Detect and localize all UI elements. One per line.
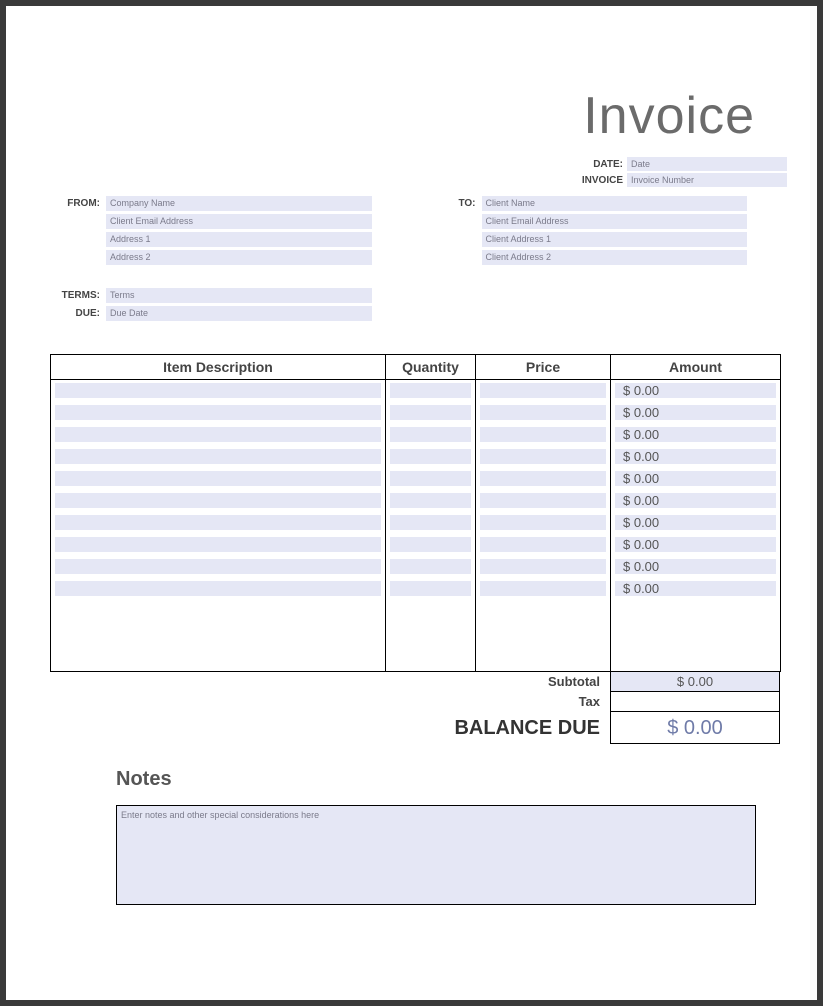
terms-label: TERMS: [36, 288, 100, 303]
item-price-field[interactable] [480, 427, 606, 442]
table-row-blank [51, 600, 781, 624]
meta-block: DATE: Date INVOICE Invoice Number [36, 156, 787, 188]
item-qty-field[interactable] [390, 405, 471, 420]
item-price-field[interactable] [480, 537, 606, 552]
item-qty-field[interactable] [390, 537, 471, 552]
item-qty-field[interactable] [390, 427, 471, 442]
item-amount-field: $ 0.00 [615, 405, 776, 420]
table-row: $ 0.00 [51, 578, 781, 600]
col-header-price: Price [476, 355, 611, 380]
from-address1-field[interactable]: Address 1 [106, 232, 372, 247]
to-address2-field[interactable]: Client Address 2 [482, 250, 748, 265]
from-block: FROM: Company Name Client Email Address … [36, 196, 412, 268]
item-qty-field[interactable] [390, 449, 471, 464]
item-desc-field[interactable] [55, 537, 381, 552]
item-desc-field[interactable] [55, 405, 381, 420]
item-price-field[interactable] [480, 449, 606, 464]
item-desc-field[interactable] [55, 383, 381, 398]
due-field[interactable]: Due Date [106, 306, 372, 321]
item-desc-field[interactable] [55, 581, 381, 596]
from-address2-field[interactable]: Address 2 [106, 250, 372, 265]
item-price-field[interactable] [480, 581, 606, 596]
from-company-field[interactable]: Company Name [106, 196, 372, 211]
subtotal-label: Subtotal [50, 672, 610, 692]
balance-due-label: BALANCE DUE [50, 712, 610, 744]
notes-title: Notes [116, 768, 756, 791]
subtotal-value: $ 0.00 [610, 672, 780, 692]
col-header-quantity: Quantity [386, 355, 476, 380]
item-desc-field[interactable] [55, 559, 381, 574]
item-price-field[interactable] [480, 559, 606, 574]
item-amount-field: $ 0.00 [615, 515, 776, 530]
item-qty-field[interactable] [390, 581, 471, 596]
item-qty-field[interactable] [390, 471, 471, 486]
to-block: TO: Client Name Client Email Address Cli… [412, 196, 788, 268]
item-desc-field[interactable] [55, 427, 381, 442]
from-email-field[interactable]: Client Email Address [106, 214, 372, 229]
item-amount-field: $ 0.00 [615, 493, 776, 508]
item-amount-field: $ 0.00 [615, 559, 776, 574]
page-title: Invoice [36, 86, 755, 146]
item-amount-field: $ 0.00 [615, 383, 776, 398]
col-header-amount: Amount [611, 355, 781, 380]
balance-due-value: $ 0.00 [610, 712, 780, 744]
terms-field[interactable]: Terms [106, 288, 372, 303]
tax-label: Tax [50, 692, 610, 712]
item-price-field[interactable] [480, 383, 606, 398]
item-amount-field: $ 0.00 [615, 581, 776, 596]
terms-block: TERMS: DUE: Terms Due Date [36, 288, 412, 324]
item-price-field[interactable] [480, 493, 606, 508]
item-desc-field[interactable] [55, 515, 381, 530]
item-desc-field[interactable] [55, 449, 381, 464]
notes-textarea[interactable]: Enter notes and other special considerat… [116, 805, 756, 905]
item-price-field[interactable] [480, 471, 606, 486]
item-desc-field[interactable] [55, 471, 381, 486]
table-row: $ 0.00 [51, 556, 781, 578]
table-row: $ 0.00 [51, 468, 781, 490]
item-amount-field: $ 0.00 [615, 427, 776, 442]
item-price-field[interactable] [480, 515, 606, 530]
from-label: FROM: [36, 196, 106, 268]
table-row: $ 0.00 [51, 534, 781, 556]
due-label: DUE: [36, 306, 100, 321]
item-desc-field[interactable] [55, 493, 381, 508]
table-row: $ 0.00 [51, 512, 781, 534]
item-qty-field[interactable] [390, 493, 471, 508]
invoice-page: Invoice DATE: Date INVOICE Invoice Numbe… [6, 6, 817, 1000]
invoice-number-field[interactable]: Invoice Number [627, 173, 787, 187]
item-qty-field[interactable] [390, 559, 471, 574]
table-row: $ 0.00 [51, 380, 781, 402]
item-qty-field[interactable] [390, 383, 471, 398]
item-amount-field: $ 0.00 [615, 537, 776, 552]
invoice-number-label: INVOICE [582, 175, 623, 186]
table-row: $ 0.00 [51, 446, 781, 468]
col-header-description: Item Description [51, 355, 386, 380]
tax-value[interactable] [610, 692, 780, 712]
to-email-field[interactable]: Client Email Address [482, 214, 748, 229]
table-row: $ 0.00 [51, 424, 781, 446]
to-client-field[interactable]: Client Name [482, 196, 748, 211]
item-qty-field[interactable] [390, 515, 471, 530]
table-row-blank [51, 624, 781, 648]
table-row: $ 0.00 [51, 490, 781, 512]
notes-block: Notes Enter notes and other special cons… [116, 768, 756, 905]
items-table: Item Description Quantity Price Amount $… [50, 354, 781, 672]
date-field[interactable]: Date [627, 157, 787, 171]
item-amount-field: $ 0.00 [615, 471, 776, 486]
item-price-field[interactable] [480, 405, 606, 420]
item-amount-field: $ 0.00 [615, 449, 776, 464]
totals-block: Subtotal $ 0.00 Tax BALANCE DUE $ 0.00 [50, 672, 780, 744]
to-label: TO: [412, 196, 482, 268]
table-row-blank [51, 648, 781, 672]
table-row: $ 0.00 [51, 402, 781, 424]
to-address1-field[interactable]: Client Address 1 [482, 232, 748, 247]
date-label: DATE: [593, 159, 623, 170]
